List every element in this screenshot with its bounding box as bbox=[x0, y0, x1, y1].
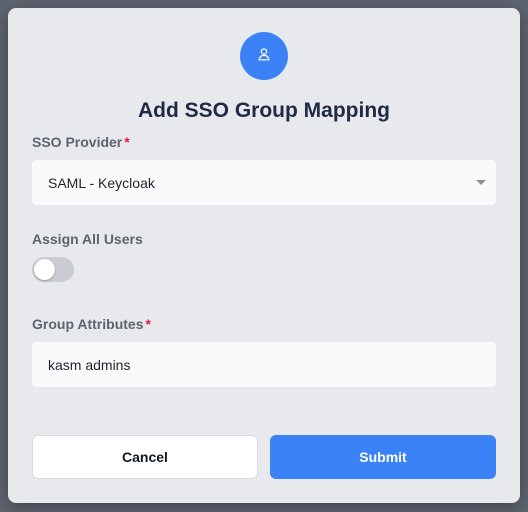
group-attributes-label: Group Attributes * bbox=[32, 316, 151, 332]
toggle-knob bbox=[34, 259, 55, 280]
assign-all-users-toggle[interactable] bbox=[32, 257, 74, 282]
dialog-title: Add SSO Group Mapping bbox=[138, 99, 390, 122]
add-sso-group-mapping-dialog: Add SSO Group Mapping SSO Provider * SAML… bbox=[8, 8, 520, 503]
sso-provider-select[interactable]: SAML - Keycloak bbox=[32, 160, 496, 205]
submit-button[interactable]: Submit bbox=[270, 435, 496, 479]
sso-provider-label-text: SSO Provider bbox=[32, 134, 123, 150]
required-marker: * bbox=[145, 316, 151, 332]
dialog-header-icon bbox=[240, 32, 288, 80]
sso-provider-label: SSO Provider * bbox=[32, 134, 130, 150]
required-marker: * bbox=[124, 134, 130, 150]
group-attributes-label-text: Group Attributes bbox=[32, 316, 144, 332]
sso-provider-selected-value: SAML - Keycloak bbox=[48, 174, 155, 191]
chevron-down-icon bbox=[476, 180, 486, 185]
group-attributes-input[interactable]: kasm admins bbox=[32, 342, 496, 387]
group-attributes-value: kasm admins bbox=[48, 356, 131, 373]
assign-all-users-label: Assign All Users bbox=[32, 231, 143, 247]
user-icon bbox=[257, 47, 271, 66]
cancel-button[interactable]: Cancel bbox=[32, 435, 258, 479]
